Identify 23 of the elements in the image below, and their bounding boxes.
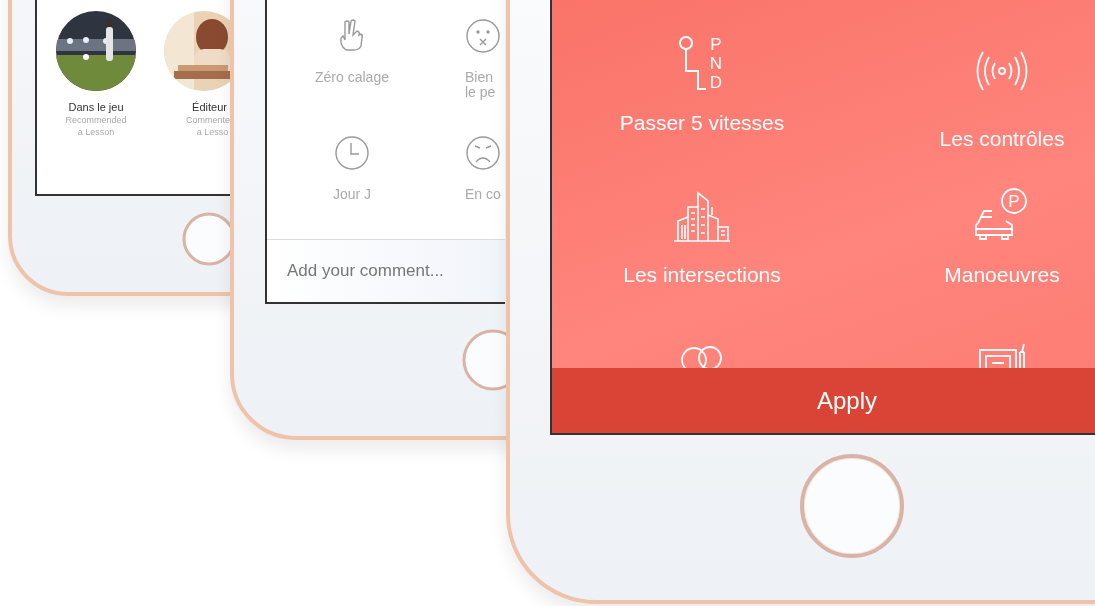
category-label[interactable]: Les intersections [623, 263, 781, 287]
angry-face-icon [465, 135, 501, 171]
circles-icon [681, 345, 723, 368]
activity-text: a Lesson [77, 126, 115, 138]
comment-field[interactable]: Add your comment... [267, 239, 505, 302]
category-label[interactable]: Passer 5 vitesses [619, 111, 785, 135]
activity-text: Recommended [65, 114, 127, 126]
apply-button[interactable]: Apply [552, 368, 1095, 433]
reaction-label: Bien le pe [465, 70, 496, 100]
reaction-label: Zéro calage [315, 70, 389, 85]
home-button[interactable] [462, 329, 506, 391]
person-name: Dans le jeu [68, 101, 124, 113]
reaction-label: Jour J [332, 187, 372, 202]
dizzy-face-icon [465, 18, 501, 54]
home-button[interactable] [182, 212, 230, 266]
category-label[interactable]: Les contrôles [939, 127, 1065, 151]
category-label[interactable]: Manoeuvres [944, 263, 1060, 287]
clock-icon [334, 135, 370, 171]
person-name: Éditeur [192, 101, 227, 113]
radio-icon [978, 343, 1026, 368]
activity-text: Commente [186, 114, 230, 126]
activity-text: a Lesso [196, 126, 229, 138]
reaction-label: En co [465, 187, 501, 202]
